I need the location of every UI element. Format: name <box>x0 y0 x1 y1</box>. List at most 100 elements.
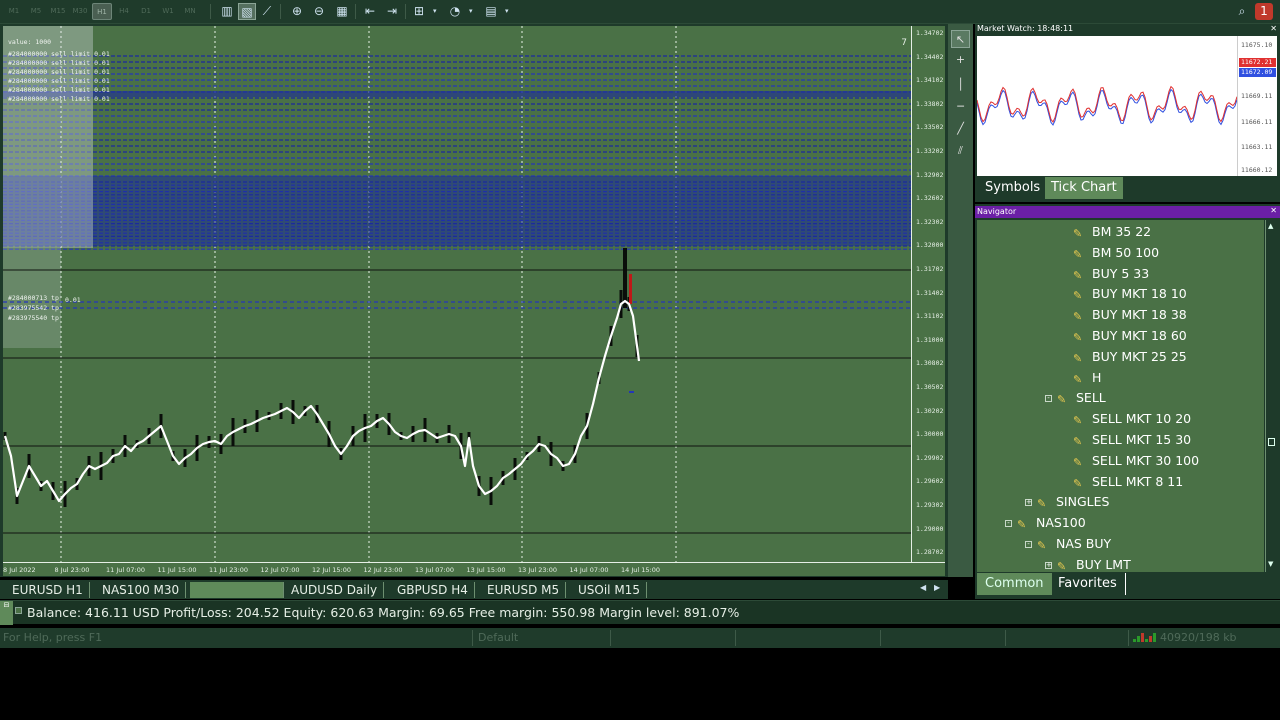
chevron-down-icon[interactable]: ▾ <box>505 3 509 20</box>
collapse-icon[interactable]: - <box>1045 395 1052 403</box>
navigator-item[interactable]: ✎ BUY MKT 18 10 <box>1073 284 1187 304</box>
navigator-item[interactable]: ✎ NAS100 <box>1017 513 1086 533</box>
navigator-item[interactable]: ✎ BUY MKT 25 25 <box>1073 347 1187 367</box>
timeframe-w1[interactable]: W1 <box>158 3 178 20</box>
tab-symbols[interactable]: Symbols <box>979 177 1046 199</box>
periods-icon[interactable]: ◔ <box>446 3 464 20</box>
timeframe-m5[interactable]: M5 <box>26 3 46 20</box>
bar-chart-icon[interactable]: ▥ <box>218 3 236 20</box>
alert-icon[interactable]: 1 <box>1255 3 1273 20</box>
trendline-icon[interactable]: ╱ <box>951 120 970 138</box>
tick-price-scale: 11675.10 11672.21 11672.09 11669.11 1166… <box>1237 36 1277 176</box>
horizontal-line-icon[interactable]: ─ <box>951 98 970 116</box>
timeframe-d1[interactable]: D1 <box>136 3 156 20</box>
candlestick-icon[interactable]: ▧ <box>238 3 256 20</box>
close-icon[interactable]: ✕ <box>1270 206 1277 215</box>
zoom-in-icon[interactable]: ⊕ <box>288 3 306 20</box>
cursor-icon[interactable]: ↖ <box>951 30 970 48</box>
navigator-item[interactable]: ✎ BUY LMT <box>1057 555 1131 572</box>
zoom-out-icon[interactable]: ⊖ <box>310 3 328 20</box>
navigator-item[interactable]: ✎ BM 50 100 <box>1073 243 1159 263</box>
time-label: 14 Jul 07:00 <box>569 566 609 574</box>
status-separator <box>1128 630 1129 646</box>
tile-windows-icon[interactable]: ▦ <box>333 3 351 20</box>
timeframe-m1[interactable]: M1 <box>4 3 24 20</box>
timeframe-h1[interactable]: H1 <box>92 3 112 20</box>
price-scale[interactable]: 1.34702 1.34402 1.34102 1.33802 1.33502 1.332… <box>911 26 945 562</box>
status-separator <box>472 630 473 646</box>
candle <box>623 248 627 308</box>
navigator-item[interactable]: ✎ SELL MKT 15 30 <box>1073 430 1191 450</box>
crosshair-icon[interactable]: + <box>951 51 970 69</box>
tab-favorites[interactable]: Favorites <box>1050 573 1126 595</box>
timeframe-mn[interactable]: MN <box>180 3 200 20</box>
scroll-down-icon[interactable]: ▼ <box>1268 560 1273 568</box>
close-icon[interactable]: ✕ <box>1270 24 1277 33</box>
chart-tab[interactable] <box>190 582 284 598</box>
scroll-up-icon[interactable]: ▲ <box>1268 222 1273 230</box>
time-label: 8 Jul 23:00 <box>54 566 90 574</box>
navigator-item[interactable]: ✎ H <box>1073 368 1101 388</box>
navigator-item[interactable]: ✎ SELL MKT 8 11 <box>1073 472 1183 492</box>
price-chart[interactable]: value: 1000 #284000000 sell limit 0.01 #28… <box>3 26 911 562</box>
timeframe-m15[interactable]: M15 <box>48 3 68 20</box>
chart-tab[interactable]: EURUSD M5 <box>481 582 567 598</box>
tick-price-label: 11669.11 <box>1241 92 1273 100</box>
tab-scroll-right-icon[interactable]: ▶ <box>934 583 940 592</box>
navigator-item[interactable]: ✎ BUY MKT 18 38 <box>1073 305 1187 325</box>
chevron-down-icon[interactable]: ▾ <box>469 3 473 20</box>
navigator-item[interactable]: ✎ BUY MKT 18 60 <box>1073 326 1187 346</box>
chart-tab[interactable]: EURUSD H1 <box>6 582 90 598</box>
script-icon: ✎ <box>1057 559 1067 572</box>
price-label: 1.33202 <box>916 147 944 155</box>
script-icon: ✎ <box>1073 331 1083 344</box>
candlestick-plot <box>3 26 911 562</box>
script-icon: ✎ <box>1073 289 1083 303</box>
navigator-item-label: SELL MKT 8 11 <box>1092 473 1184 489</box>
terminal-side-tab[interactable]: ⊟ <box>0 601 13 625</box>
help-hint: For Help, press F1 <box>3 631 103 644</box>
timeframe-h4[interactable]: H4 <box>114 3 134 20</box>
script-icon: ✎ <box>1073 476 1083 490</box>
tab-scroll-left-icon[interactable]: ◀ <box>920 583 926 592</box>
chart-window: value: 1000 #284000000 sell limit 0.01 #28… <box>0 24 948 577</box>
navigator-item[interactable]: ✎ SINGLES <box>1037 492 1109 512</box>
autoscroll-icon[interactable]: ⇥ <box>383 3 401 20</box>
navigator-item[interactable]: ✎ NAS BUY <box>1037 534 1111 554</box>
chart-value-label: value: 1000 <box>8 38 52 46</box>
chart-tab[interactable]: AUDUSD Daily <box>285 582 385 598</box>
expand-icon[interactable]: + <box>1045 561 1052 569</box>
tab-common[interactable]: Common <box>977 573 1052 595</box>
collapse-icon[interactable]: - <box>1005 520 1012 528</box>
chart-shift-icon[interactable]: ⇤ <box>361 3 379 20</box>
search-icon[interactable]: ⌕ <box>1233 3 1251 20</box>
templates-icon[interactable]: ▤ <box>482 3 500 20</box>
navigator-item[interactable]: ✎ SELL MKT 10 20 <box>1073 409 1191 429</box>
collapse-icon[interactable]: - <box>1025 541 1032 548</box>
expand-icon[interactable]: + <box>1025 499 1032 507</box>
navigator-item[interactable]: ✎ BM 35 22 <box>1073 222 1151 242</box>
toolbar-separator <box>355 4 356 19</box>
channel-icon[interactable]: ⫽ <box>951 142 970 160</box>
candle-marker <box>629 274 632 304</box>
chart-corner-label: 7 <box>901 38 907 48</box>
chart-tab[interactable]: NAS100 M30 <box>96 582 187 598</box>
scroll-thumb[interactable] <box>1268 438 1275 446</box>
price-label: 1.32902 <box>916 170 944 179</box>
indicators-icon[interactable]: ⊞ <box>410 3 428 20</box>
line-chart-icon[interactable]: ⟋ <box>258 3 276 20</box>
vertical-line-icon[interactable]: │ <box>951 76 970 94</box>
navigator-item[interactable]: ✎ SELL <box>1057 388 1106 408</box>
time-label: 11 Jul 07:00 <box>106 566 145 574</box>
chart-tab[interactable]: USOil M15 <box>572 582 647 598</box>
time-scale[interactable]: 8 Jul 2022 8 Jul 23:00 11 Jul 07:00 11 Jul … <box>3 562 945 576</box>
chart-tab[interactable]: GBPUSD H4 <box>391 582 475 598</box>
navigator-scrollbar[interactable]: ▲ ▼ <box>1265 220 1277 572</box>
navigator-item[interactable]: ✎ SELL MKT 30 100 <box>1073 451 1199 471</box>
timeframe-m30[interactable]: M30 <box>70 3 90 20</box>
order-label: #283975542 tp <box>8 304 59 312</box>
main-toolbar: M1 M5 M15 M30 H1 H4 D1 W1 MN ▥ ▧ ⟋ ⊕ ⊖ ▦ ⇤ ⇥ ⊞ ▾… <box>0 0 1280 24</box>
navigator-item[interactable]: ✎ BUY 5 33 <box>1073 264 1149 284</box>
tab-tick-chart[interactable]: Tick Chart <box>1045 177 1123 199</box>
chevron-down-icon[interactable]: ▾ <box>433 3 437 20</box>
